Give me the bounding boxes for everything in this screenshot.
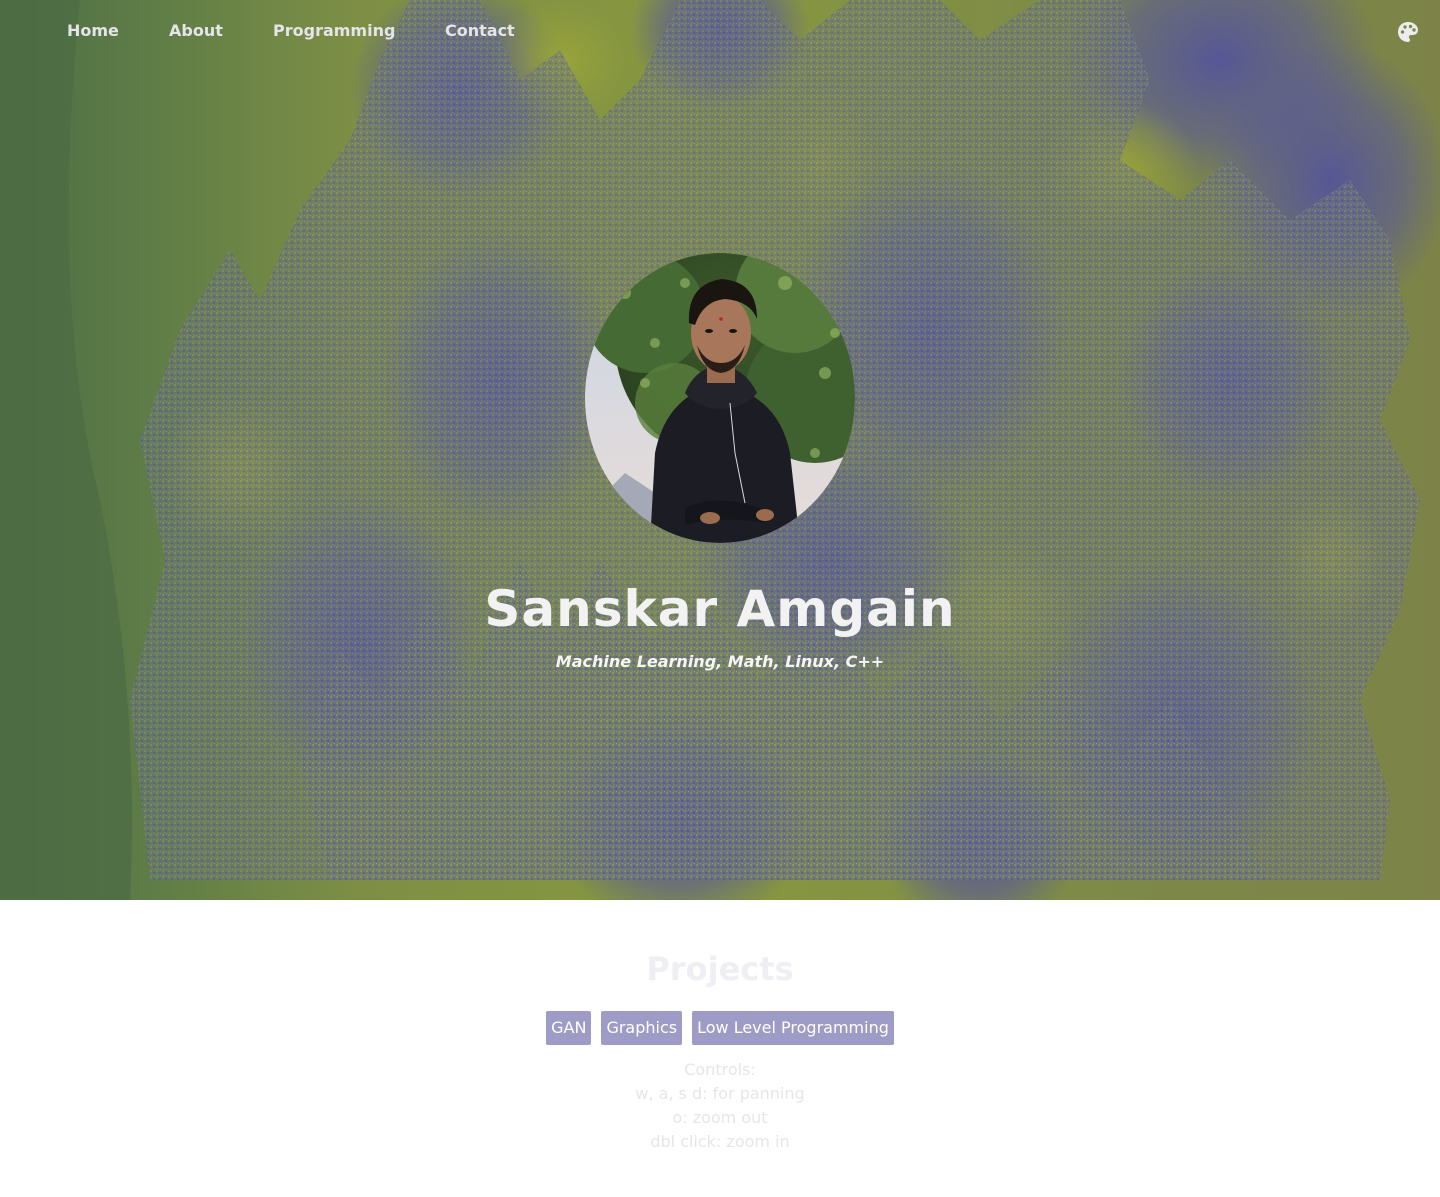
controls-help: Controls: w, a, s d: for panning o: zoom… [0, 1058, 1440, 1154]
nav-home[interactable]: Home [67, 21, 119, 40]
hero-name: Sanskar Amgain [484, 580, 956, 638]
controls-heading: Controls: [684, 1060, 756, 1079]
nav-programming[interactable]: Programming [273, 21, 395, 40]
profile-photo [585, 253, 855, 543]
nav-about[interactable]: About [169, 21, 223, 40]
palette-icon[interactable] [1397, 21, 1419, 43]
tag-graphics[interactable]: Graphics [601, 1011, 683, 1045]
nav-contact[interactable]: Contact [445, 21, 515, 40]
tag-gan[interactable]: GAN [546, 1011, 592, 1045]
project-tags: GAN Graphics Low Level Programming [0, 1011, 1440, 1045]
controls-zoom-in: dbl click: zoom in [650, 1132, 790, 1151]
avatar [585, 253, 855, 543]
top-nav: Home About Programming Contact [0, 0, 1440, 64]
controls-zoom-out: o: zoom out [672, 1108, 768, 1127]
controls-panning: w, a, s d: for panning [635, 1084, 805, 1103]
hero-section: Home About Programming Contact Sanskar A… [0, 0, 1440, 900]
projects-title: Projects [646, 950, 794, 988]
projects-section: Projects GAN Graphics Low Level Programm… [0, 900, 1440, 1197]
hero-tagline: Machine Learning, Math, Linux, C++ [555, 652, 885, 671]
tag-low-level-programming[interactable]: Low Level Programming [692, 1011, 894, 1045]
